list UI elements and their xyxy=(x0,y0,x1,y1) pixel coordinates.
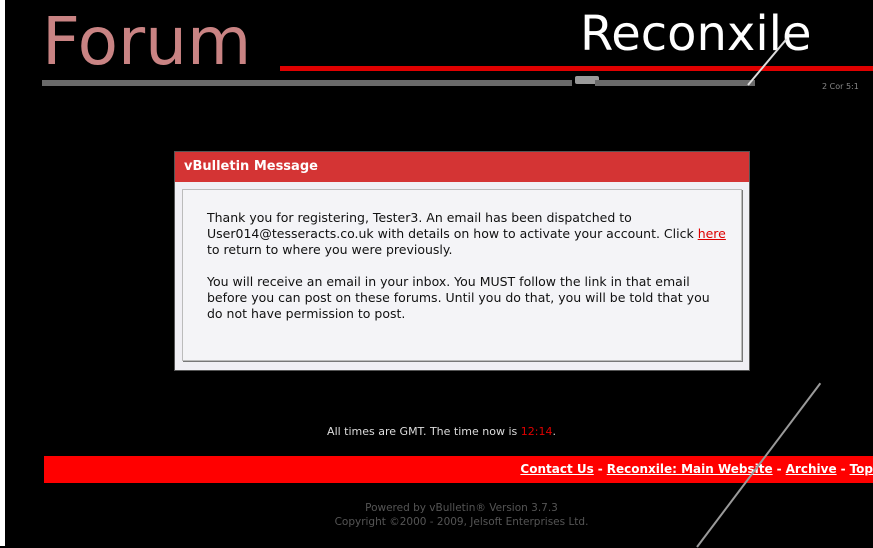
powered-line: Powered by vBulletin® Version 3.7.3 xyxy=(365,502,558,514)
copyright-line: Copyright ©2000 - 2009, Jelsoft Enterpri… xyxy=(334,516,589,528)
header-gray-rule xyxy=(42,80,572,86)
contact-us-link[interactable]: Contact Us xyxy=(520,462,593,476)
verse-reference: 2 Cor 5:1 xyxy=(822,82,859,91)
header-red-rule xyxy=(280,66,873,71)
footer-separator: - xyxy=(776,462,782,476)
main-website-link[interactable]: Reconxile: Main Website xyxy=(607,462,773,476)
header-gray-rule-right xyxy=(595,80,755,86)
message-title: vBulletin Message xyxy=(175,152,749,182)
site-header: Forum Reconxile 2 Cor 5:1 xyxy=(0,0,873,100)
registration-paragraph: Thank you for registering, Tester3. An e… xyxy=(207,210,727,258)
activation-paragraph: You will receive an email in your inbox.… xyxy=(207,274,710,321)
time-prefix: All times are GMT. The time now is xyxy=(327,425,521,438)
forum-logo[interactable]: Forum xyxy=(42,2,251,82)
here-link[interactable]: here xyxy=(698,226,726,241)
vbulletin-message-panel: vBulletin Message Thank you for register… xyxy=(174,151,750,371)
footer-separator: - xyxy=(840,462,846,476)
p1-tail: to return to where you were previously. xyxy=(207,242,453,257)
time-suffix: . xyxy=(552,425,556,438)
message-body: Thank you for registering, Tester3. An e… xyxy=(182,189,742,361)
footer-separator: - xyxy=(597,462,603,476)
archive-link[interactable]: Archive xyxy=(786,462,837,476)
current-time: 12:14 xyxy=(520,425,553,438)
powered-by: Powered by vBulletin® Version 3.7.3 Copy… xyxy=(0,501,873,529)
p1-text: Thank you for registering, Tester3. An e… xyxy=(207,210,698,241)
footer-links: Contact Us - Reconxile: Main Website - Archi… xyxy=(520,462,873,476)
top-link[interactable]: Top xyxy=(850,462,873,476)
time-notice: All times are GMT. The time now is 12:14… xyxy=(0,425,873,438)
reconxile-logo[interactable]: Reconxile xyxy=(580,4,812,64)
